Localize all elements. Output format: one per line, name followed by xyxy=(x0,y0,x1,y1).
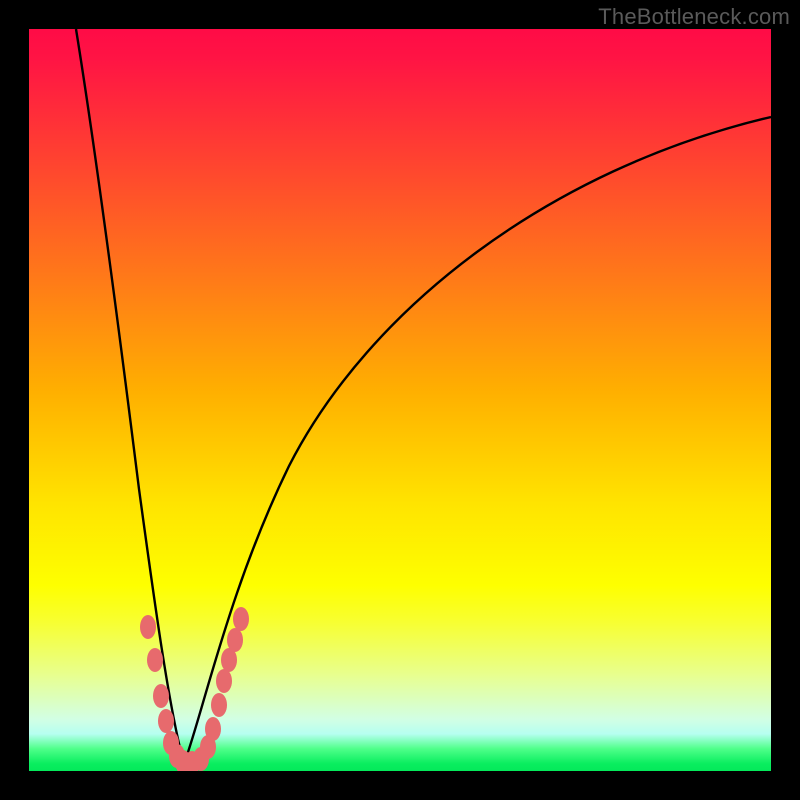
chart-frame: TheBottleneck.com xyxy=(0,0,800,800)
data-marker xyxy=(233,607,249,631)
data-marker xyxy=(227,628,243,652)
plot-area xyxy=(29,29,771,771)
data-marker xyxy=(211,693,227,717)
data-marker xyxy=(147,648,163,672)
watermark-label: TheBottleneck.com xyxy=(598,4,790,30)
data-marker xyxy=(216,669,232,693)
data-marker xyxy=(205,717,221,741)
data-marker xyxy=(158,709,174,733)
data-marker xyxy=(140,615,156,639)
data-marker xyxy=(153,684,169,708)
curve-left-arm xyxy=(76,29,184,764)
bottleneck-curve xyxy=(29,29,771,771)
curve-right-arm xyxy=(184,117,771,764)
